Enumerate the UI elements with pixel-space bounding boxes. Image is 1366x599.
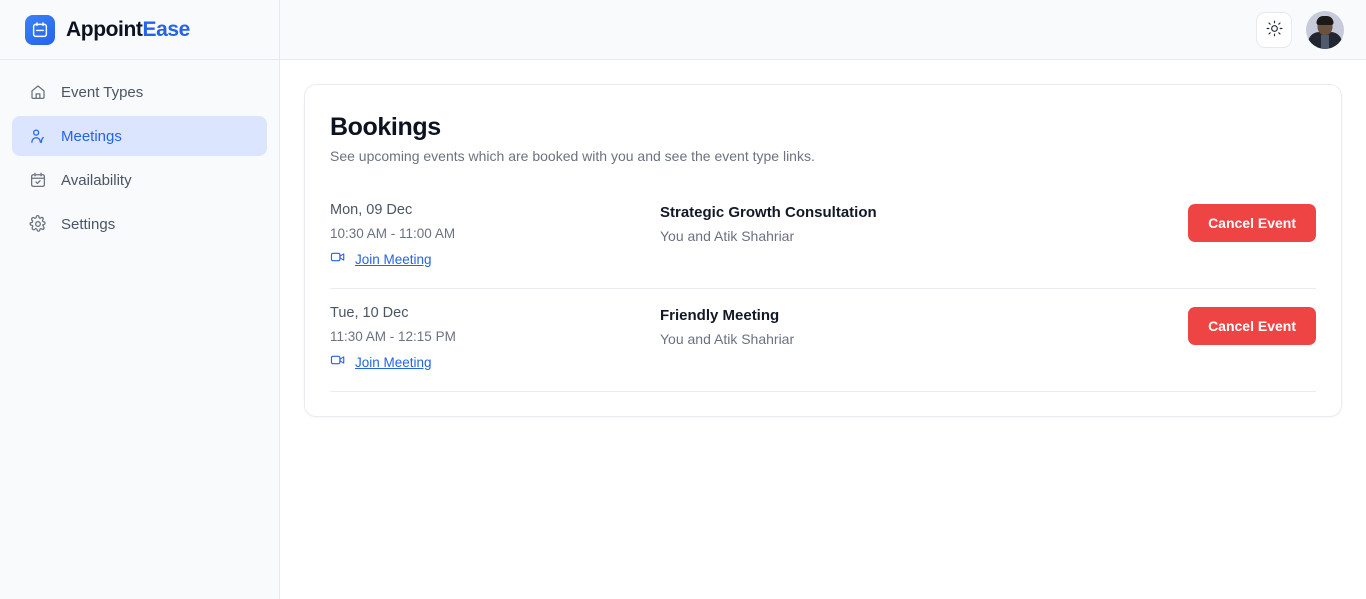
- content-area: Bookings See upcoming events which are b…: [280, 60, 1366, 599]
- brand[interactable]: AppointEase: [0, 0, 279, 60]
- table-row: Mon, 09 Dec 10:30 AM - 11:00 AM Join Mee…: [330, 186, 1316, 289]
- sidebar-item-meetings[interactable]: Meetings: [12, 116, 267, 156]
- page-title: Bookings: [330, 113, 441, 141]
- sun-icon: [1266, 20, 1283, 40]
- booking-event-title: Friendly Meeting: [660, 307, 780, 324]
- calendar-icon: [25, 14, 55, 45]
- join-meeting-group[interactable]: Join Meeting: [330, 352, 660, 373]
- sidebar-item-event-types[interactable]: Event Types: [12, 72, 267, 112]
- sidebar-item-label: Availability: [61, 171, 132, 189]
- avatar-hair: [1316, 15, 1334, 25]
- join-meeting-group[interactable]: Join Meeting: [330, 249, 660, 270]
- booking-participants: You and Atik Shahriar: [660, 331, 795, 347]
- booking-details: Friendly Meeting You and Atik Shahriar: [660, 305, 1188, 347]
- sidebar-item-label: Meetings: [61, 127, 122, 145]
- brand-name-part1: Appoint: [66, 17, 143, 41]
- home-icon: [29, 83, 47, 101]
- page-subtitle: See upcoming events which are booked wit…: [330, 148, 815, 164]
- booking-when: Tue, 10 Dec 11:30 AM - 12:15 PM Join Mee…: [330, 305, 660, 373]
- booking-date: Mon, 09 Dec: [330, 202, 413, 218]
- bookings-card: Bookings See upcoming events which are b…: [304, 84, 1342, 417]
- theme-toggle-button[interactable]: [1256, 11, 1292, 48]
- sidebar-item-settings[interactable]: Settings: [12, 204, 267, 244]
- video-camera-icon: [330, 249, 346, 270]
- table-row: Tue, 10 Dec 11:30 AM - 12:15 PM Join Mee…: [330, 289, 1316, 392]
- booking-actions: Cancel Event: [1188, 305, 1316, 345]
- topbar: [280, 0, 1366, 60]
- booking-participants: You and Atik Shahriar: [660, 228, 795, 244]
- booking-event-title: Strategic Growth Consultation: [660, 204, 877, 221]
- booking-time: 11:30 AM - 12:15 PM: [330, 329, 456, 344]
- join-meeting-link[interactable]: Join Meeting: [355, 355, 432, 370]
- brand-name-part2: Ease: [142, 17, 191, 41]
- avatar[interactable]: [1306, 10, 1344, 49]
- avatar-shirt: [1321, 34, 1329, 49]
- users-icon: [29, 127, 47, 145]
- booking-date: Tue, 10 Dec: [330, 305, 409, 321]
- brand-name: AppointEase: [66, 18, 190, 42]
- booking-details: Strategic Growth Consultation You and At…: [660, 202, 1188, 244]
- booking-actions: Cancel Event: [1188, 202, 1316, 242]
- sidebar-nav: Event Types Meetings Availability Settin…: [0, 60, 279, 244]
- sidebar-item-availability[interactable]: Availability: [12, 160, 267, 200]
- booking-when: Mon, 09 Dec 10:30 AM - 11:00 AM Join Mee…: [330, 202, 660, 270]
- cancel-event-button[interactable]: Cancel Event: [1188, 307, 1316, 345]
- app-root: AppointEase Event Types Meetings Availab…: [0, 0, 1366, 599]
- gear-icon: [29, 215, 47, 233]
- join-meeting-link[interactable]: Join Meeting: [355, 252, 432, 267]
- card-footer-spacer: [330, 392, 1316, 416]
- sidebar: AppointEase Event Types Meetings Availab…: [0, 0, 280, 599]
- sidebar-item-label: Event Types: [61, 83, 144, 101]
- sidebar-item-label: Settings: [61, 215, 116, 233]
- calendar-check-icon: [29, 171, 47, 189]
- booking-time: 10:30 AM - 11:00 AM: [330, 226, 456, 241]
- video-camera-icon: [330, 352, 346, 373]
- cancel-event-button[interactable]: Cancel Event: [1188, 204, 1316, 242]
- main-area: Bookings See upcoming events which are b…: [280, 0, 1366, 599]
